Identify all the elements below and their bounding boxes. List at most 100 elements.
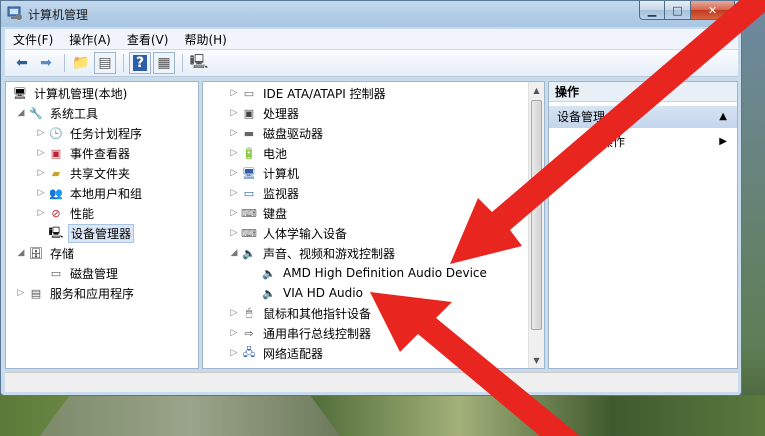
- up-button[interactable]: 📁: [70, 52, 92, 74]
- computer-management-window: 计算机管理 ▁ □ ✕ 文件(F) 操作(A) 查看(V) 帮助(H) ⬅ ➡ …: [0, 0, 742, 396]
- speaker-icon: 🔈: [242, 246, 256, 260]
- device-category-sound[interactable]: ◢ 🔈 声音、视频和游戏控制器: [229, 243, 397, 263]
- show-hide-tree-icon: ▤: [98, 55, 112, 71]
- device-category-monitor[interactable]: ▷ ▭ 监视器: [229, 183, 301, 203]
- collapse-up-icon[interactable]: ▲: [719, 106, 727, 128]
- tree-item-event-viewer[interactable]: ▷ ▣ 事件查看器: [36, 143, 132, 163]
- title-bar[interactable]: 计算机管理 ▁ □ ✕: [1, 1, 741, 27]
- device-label: VIA HD Audio: [283, 286, 363, 300]
- device-label: 网络适配器: [263, 346, 324, 361]
- back-button[interactable]: ⬅: [11, 52, 33, 74]
- menu-view[interactable]: 查看(V): [127, 31, 169, 48]
- device-category-computer[interactable]: ▷ 🖥 计算机: [229, 163, 301, 183]
- tree-item-system-tools[interactable]: ◢ 🔧 系统工具: [16, 103, 100, 123]
- tree-item-performance[interactable]: ▷ ⊘ 性能: [36, 203, 96, 223]
- scrollbar-thumb[interactable]: [531, 100, 542, 330]
- device-via-audio[interactable]: 🔈 VIA HD Audio: [259, 283, 365, 303]
- device-category-network[interactable]: ▷ 🖧 网络适配器: [229, 343, 325, 363]
- tree-item-shared-folders[interactable]: ▷ ▰ 共享文件夹: [36, 163, 132, 183]
- tree-item-services-apps[interactable]: ▷ ▤ 服务和应用程序: [16, 283, 136, 303]
- expand-arrow-icon[interactable]: ▷: [16, 288, 26, 298]
- tree-item-device-manager[interactable]: 🖳 设备管理器: [46, 223, 135, 243]
- menu-file[interactable]: 文件(F): [13, 31, 53, 48]
- scroll-down-icon[interactable]: ▼: [529, 352, 544, 368]
- expand-arrow-icon[interactable]: ▷: [36, 128, 46, 138]
- expand-arrow-icon[interactable]: ▷: [36, 208, 46, 218]
- tree-item-computer-management[interactable]: 🖥 计算机管理(本地): [10, 83, 129, 103]
- actions-more-item[interactable]: 多操作 ▶: [549, 132, 737, 152]
- back-icon: ⬅: [16, 55, 28, 71]
- device-category-battery[interactable]: ▷ 🔋 电池: [229, 143, 289, 163]
- speaker-icon: 🔈: [262, 286, 276, 300]
- expand-arrow-icon[interactable]: ▷: [36, 148, 46, 158]
- tree-item-label: 事件查看器: [70, 146, 131, 161]
- expand-arrow-icon[interactable]: ▷: [229, 188, 239, 198]
- scan-hardware-button[interactable]: 🖳: [188, 52, 210, 74]
- expand-arrow-icon[interactable]: ▷: [229, 108, 239, 118]
- computer-manage-icon: [7, 6, 22, 20]
- actions-header: 操作: [549, 82, 737, 102]
- vertical-scrollbar[interactable]: ▲ ▼: [528, 82, 544, 368]
- device-manager-icon: 🖳: [48, 225, 64, 239]
- device-category-processor[interactable]: ▷ ▣ 处理器: [229, 103, 301, 123]
- expand-arrow-icon[interactable]: ▷: [36, 188, 46, 198]
- device-category-usb[interactable]: ▷ ⇨ 通用串行总线控制器: [229, 323, 373, 343]
- device-category-disk-drives[interactable]: ▷ ▬ 磁盘驱动器: [229, 123, 325, 143]
- tree-item-label: 系统工具: [50, 106, 99, 121]
- device-category-mouse[interactable]: ▷ 🖱 鼠标和其他指针设备: [229, 303, 373, 323]
- expand-arrow-icon[interactable]: ▷: [229, 208, 239, 218]
- device-label: 通用串行总线控制器: [263, 326, 372, 341]
- menu-action[interactable]: 操作(A): [69, 31, 111, 48]
- device-category-hid[interactable]: ▷ ⌨ 人体学输入设备: [229, 223, 349, 243]
- device-label: 计算机: [263, 166, 300, 181]
- tree-item-label: 存储: [50, 246, 75, 261]
- close-button[interactable]: ✕: [691, 1, 735, 20]
- ide-controller-icon: ▭: [243, 86, 255, 100]
- expand-arrow-icon[interactable]: ▷: [229, 148, 239, 158]
- clock-icon: 🕒: [49, 126, 63, 140]
- help-button[interactable]: ?: [129, 52, 151, 74]
- scan-hardware-icon: 🖳: [189, 54, 209, 70]
- tree-item-label: 设备管理器: [68, 223, 135, 243]
- device-amd-audio[interactable]: 🔈 AMD High Definition Audio Device: [259, 263, 489, 283]
- tree-item-label: 本地用户和组: [70, 186, 143, 201]
- tree-item-label: 磁盘管理: [70, 266, 119, 281]
- expand-arrow-icon[interactable]: ▷: [229, 88, 239, 98]
- device-list: ▷ ▭ IDE ATA/ATAPI 控制器 ▷ ▣ 处理器 ▷ ▬ 磁盘驱动器 …: [202, 81, 545, 369]
- device-category-ide[interactable]: ▷ ▭ IDE ATA/ATAPI 控制器: [229, 83, 388, 103]
- collapse-arrow-icon[interactable]: ◢: [16, 108, 26, 118]
- device-category-keyboard[interactable]: ▷ ⌨ 键盘: [229, 203, 289, 223]
- expand-arrow-icon[interactable]: ▷: [229, 348, 239, 358]
- tree-item-disk-management[interactable]: ▭ 磁盘管理: [46, 263, 120, 283]
- menu-bar: 文件(F) 操作(A) 查看(V) 帮助(H): [5, 29, 738, 49]
- tree-item-task-scheduler[interactable]: ▷ 🕒 任务计划程序: [36, 123, 144, 143]
- expand-arrow-icon[interactable]: ▷: [229, 228, 239, 238]
- tree-item-storage[interactable]: ◢ 🗄 存储: [16, 243, 76, 263]
- actions-section-device-manager[interactable]: 设备管理 ▲: [549, 106, 737, 128]
- show-hide-tree-button[interactable]: ▤: [94, 52, 116, 74]
- expand-arrow-icon[interactable]: ▷: [36, 168, 46, 178]
- device-label: 声音、视频和游戏控制器: [263, 246, 396, 261]
- speaker-icon: 🔈: [262, 266, 276, 280]
- toolbar: ⬅ ➡ 📁 ▤ ? ▦ 🖳: [5, 50, 738, 77]
- maximize-button[interactable]: □: [665, 1, 691, 20]
- up-icon: 📁: [72, 55, 90, 71]
- navigation-tree: 🖥 计算机管理(本地) ◢ 🔧 系统工具 ▷ 🕒 任务计划程序 ▷ ▣ 事件查看…: [5, 81, 199, 369]
- disk-icon: ▭: [50, 266, 62, 280]
- tree-item-local-users[interactable]: ▷ 👥 本地用户和组: [36, 183, 144, 203]
- toolbar-separator: [182, 54, 183, 72]
- expand-arrow-icon[interactable]: ▷: [229, 328, 239, 338]
- collapse-arrow-icon[interactable]: ◢: [229, 248, 239, 258]
- forward-button[interactable]: ➡: [35, 52, 57, 74]
- expand-arrow-icon[interactable]: ▷: [229, 128, 239, 138]
- minimize-button[interactable]: ▁: [639, 1, 665, 20]
- scroll-up-icon[interactable]: ▲: [529, 82, 544, 98]
- expand-arrow-icon[interactable]: ▷: [229, 168, 239, 178]
- menu-help[interactable]: 帮助(H): [184, 31, 226, 48]
- submenu-arrow-icon: ▶: [719, 136, 727, 147]
- storage-icon: 🗄: [29, 246, 43, 260]
- device-label: 键盘: [263, 206, 288, 221]
- expand-arrow-icon[interactable]: ▷: [229, 308, 239, 318]
- properties-button[interactable]: ▦: [153, 52, 175, 74]
- collapse-arrow-icon[interactable]: ◢: [16, 248, 26, 258]
